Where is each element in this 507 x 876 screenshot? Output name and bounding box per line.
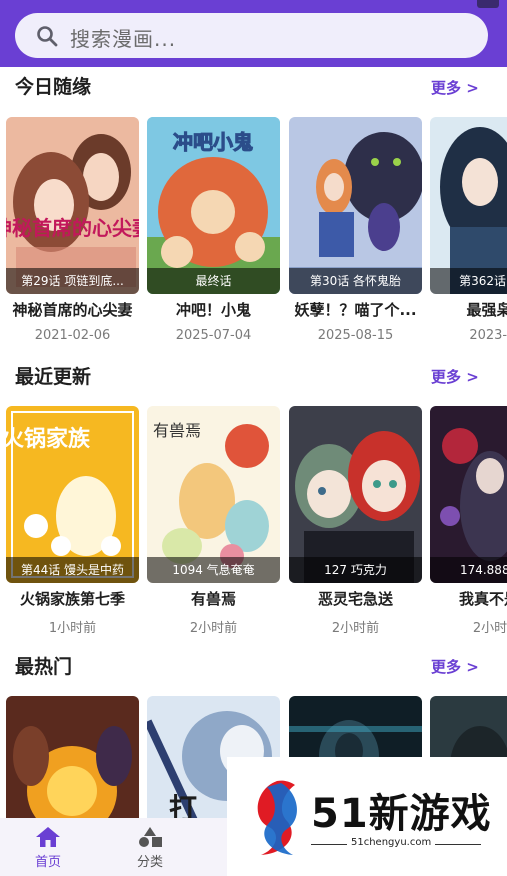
comic-cover: 有兽焉 1094 气息奄奄 [147, 406, 280, 583]
section-title-random: 今日随缘 [15, 76, 92, 98]
comic-date: 2021-02-06 [34, 328, 111, 343]
comic-title: 妖孽！？喵了个... [294, 301, 417, 319]
nav-label-category: 分类 [136, 855, 163, 870]
comic-card[interactable]: 127 巧克力 恶灵宅急送 2小时前 [289, 406, 422, 636]
search-placeholder: 搜索漫画... [70, 27, 177, 51]
category-icon [139, 827, 162, 847]
comic-title: 冲吧！小鬼 [175, 301, 251, 319]
comic-title: 我真不是邪 [458, 590, 507, 608]
chapter-label: 第30话 各怀鬼胎 [289, 268, 422, 294]
brand-logo-icon [257, 780, 298, 855]
watermark-logo: 51新游戏 51chengyu.com [227, 757, 507, 876]
search-icon [37, 26, 58, 47]
comic-title: 最强枭雄 [466, 301, 507, 319]
nav-label-home: 首页 [34, 855, 61, 870]
chapter-label: 第29话 项链到底... [6, 268, 139, 294]
status-indicator [477, 0, 499, 8]
chapter-label: 最终话 [147, 268, 280, 294]
comic-time: 1小时前 [48, 621, 97, 636]
cover-title-text: 神秘首席的心尖妻 [6, 216, 139, 240]
comic-cover: 火锅家族 第44话 馒头是中药 [6, 406, 139, 583]
comic-cover: 174.8888 咱 [430, 406, 507, 583]
comic-time: 2小时前 [472, 621, 507, 636]
more-link-random[interactable]: 更多 > [431, 77, 479, 98]
comic-title: 恶灵宅急送 [317, 590, 393, 608]
comic-card[interactable]: 有兽焉 1094 气息奄奄 有兽焉 2小时前 [147, 406, 280, 636]
comic-date: 2025-07-04 [175, 328, 252, 343]
comic-row-random: 神秘首席的心尖妻 第29话 项链到底... 神秘首席的心尖妻 2021-02-0… [0, 117, 507, 377]
cover-illustration [6, 696, 139, 818]
cover-title-text: 火锅家族 [6, 426, 91, 452]
comic-card[interactable] [6, 696, 139, 818]
search-input[interactable]: 搜索漫画... [15, 13, 488, 58]
section-title-popular: 最热门 [15, 656, 73, 678]
home-icon [36, 827, 60, 847]
comic-cover: 神秘首席的心尖妻 第29话 项链到底... [6, 117, 139, 294]
comic-card[interactable]: 第30话 各怀鬼胎 妖孽！？喵了个... 2025-08-15 [289, 117, 422, 343]
cover-title-text: 有兽焉 [153, 421, 201, 440]
chapter-label: 第44话 馒头是中药 [6, 557, 139, 583]
watermark-url: 51chengyu.com [347, 837, 436, 848]
watermark-brand: 51新游戏 [311, 791, 492, 837]
comic-cover: 127 巧克力 [289, 406, 422, 583]
comic-title: 有兽焉 [190, 590, 236, 608]
comic-cover: 第362话 和叫 [430, 117, 507, 294]
section-title-recent: 最近更新 [15, 366, 92, 388]
nav-item-home[interactable]: 首页 [18, 826, 78, 870]
comic-time: 2小时前 [331, 621, 380, 636]
comic-row-recent: 火锅家族 第44话 馒头是中药 火锅家族第七季 1小时前 有兽焉 1094 气息… [0, 406, 507, 666]
cover-title-text: 冲吧小鬼 [173, 130, 253, 154]
comic-date: 2025-08-15 [317, 328, 394, 343]
app-screen: 搜索漫画... 今日随缘 更多 > 神秘首席的心尖妻 第29话 项链到底... … [0, 0, 507, 876]
comic-title: 神秘首席的心尖妻 [12, 301, 133, 319]
comic-card[interactable]: 冲吧小鬼 最终话 冲吧！小鬼 2025-07-04 [147, 117, 280, 343]
comic-cover [6, 696, 139, 818]
chapter-label: 1094 气息奄奄 [147, 557, 280, 583]
more-link-recent[interactable]: 更多 > [431, 366, 479, 387]
chapter-label: 127 巧克力 [289, 557, 422, 583]
comic-cover: 第30话 各怀鬼胎 [289, 117, 422, 294]
top-bar: 搜索漫画... [0, 0, 507, 67]
comic-card[interactable]: 174.8888 咱 我真不是邪 2小时前 [430, 406, 507, 636]
more-link-popular[interactable]: 更多 > [431, 656, 479, 677]
comic-card[interactable]: 火锅家族 第44话 馒头是中药 火锅家族第七季 1小时前 [6, 406, 139, 636]
nav-item-category[interactable]: 分类 [120, 826, 180, 870]
cover-title-text: 打 [169, 792, 197, 818]
comic-time: 2小时前 [189, 621, 238, 636]
comic-date: 2023-11 [469, 328, 507, 343]
comic-cover: 冲吧小鬼 最终话 [147, 117, 280, 294]
chapter-label: 174.8888 咱 [430, 557, 507, 583]
comic-card[interactable]: 神秘首席的心尖妻 第29话 项链到底... 神秘首席的心尖妻 2021-02-0… [6, 117, 139, 343]
chapter-label: 第362话 和叫 [430, 268, 507, 294]
comic-card[interactable]: 第362话 和叫 最强枭雄 2023-11 [430, 117, 507, 343]
comic-title: 火锅家族第七季 [19, 590, 125, 608]
